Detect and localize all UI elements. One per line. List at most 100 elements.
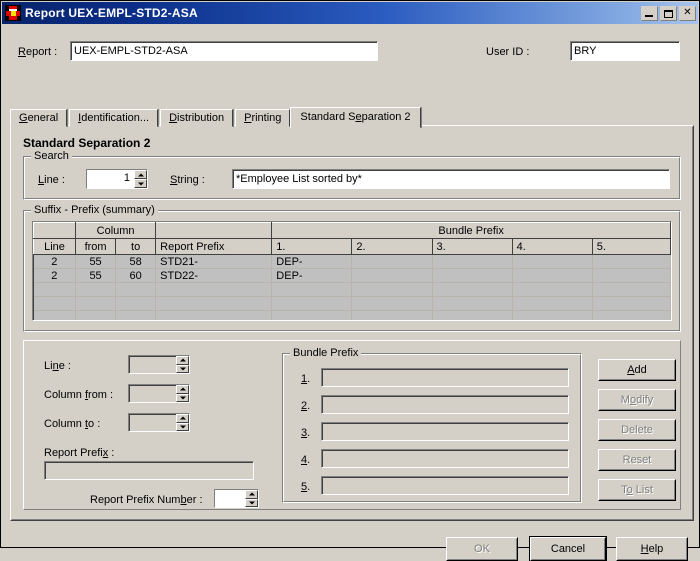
- report-document-icon: [5, 5, 21, 21]
- table-row[interactable]: 2 55 60 STD22- DEP-: [33, 268, 671, 283]
- tab-general[interactable]: General: [10, 109, 68, 127]
- window-title: Report UEX-EMPL-STD2-ASA: [25, 6, 198, 20]
- report-field[interactable]: UEX-EMPL-STD2-ASA: [70, 41, 378, 61]
- search-line-spinner-down[interactable]: [134, 179, 147, 188]
- close-icon: ✕: [683, 7, 692, 18]
- report-label: Report :: [18, 46, 58, 58]
- report-dialog-window: Report UEX-EMPL-STD2-ASA ✕ Report : UEX-…: [0, 0, 700, 561]
- summary-table: Column Bundle Prefix Line from to Report…: [33, 222, 671, 320]
- column-header-bundle-2[interactable]: 2.: [351, 238, 433, 255]
- close-button[interactable]: ✕: [679, 5, 696, 21]
- detail-line-label: Line :: [44, 360, 71, 372]
- detail-column-to-value[interactable]: [129, 414, 176, 431]
- bundle-prefix-group: Bundle Prefix 1. 2. 3. 4. 5.: [282, 347, 582, 503]
- search-group-label: Search: [31, 150, 72, 162]
- bundle-prefix-2-label: 2.: [301, 400, 311, 412]
- summary-header-row-top: Column Bundle Prefix: [33, 222, 671, 239]
- bundle-prefix-4-input[interactable]: [321, 449, 569, 468]
- summary-grid[interactable]: Column Bundle Prefix Line from to Report…: [32, 221, 672, 321]
- detail-column-to-spinner[interactable]: [128, 413, 190, 432]
- search-line-spinner-up[interactable]: [134, 170, 147, 179]
- bundle-prefix-2-input[interactable]: [321, 395, 569, 414]
- detail-column-from-spinner[interactable]: [128, 384, 190, 403]
- table-row[interactable]: [33, 296, 671, 311]
- detail-line-spinner-down[interactable]: [176, 364, 189, 373]
- search-line-spinner[interactable]: 1: [86, 169, 148, 189]
- cell-bundle-4: [512, 268, 593, 283]
- column-header-bundle-1[interactable]: 1.: [271, 238, 353, 255]
- ok-button[interactable]: OK: [446, 537, 518, 561]
- header-bundle-prefix-group[interactable]: Bundle Prefix: [271, 222, 671, 239]
- tab-distribution[interactable]: Distribution: [160, 109, 234, 127]
- detail-column-from-spinner-down[interactable]: [176, 393, 189, 402]
- header-fields: Report : UEX-EMPL-STD2-ASA User ID : BRY: [2, 33, 700, 69]
- maximize-button[interactable]: [660, 5, 677, 21]
- table-row[interactable]: [33, 282, 671, 297]
- cell-line: 2: [33, 268, 77, 283]
- tab-panel-standard-separation-2: Standard Separation 2 Search Line : 1 St…: [10, 125, 694, 521]
- bundle-prefix-1-label: 1.: [301, 373, 311, 385]
- cell-bundle-3: [432, 254, 513, 269]
- title-bar: Report UEX-EMPL-STD2-ASA ✕: [2, 2, 698, 24]
- summary-header-row: Line from to Report Prefix 1. 2. 3. 4. 5…: [33, 238, 671, 255]
- detail-column-from-spinner-up[interactable]: [176, 385, 189, 394]
- modify-button[interactable]: Modify: [598, 389, 676, 411]
- userid-field[interactable]: BRY: [570, 41, 680, 61]
- cell-to: 60: [115, 268, 157, 283]
- help-button[interactable]: Help: [616, 537, 688, 561]
- column-header-line[interactable]: Line: [33, 238, 77, 255]
- search-string-input[interactable]: *Employee List sorted by*: [232, 169, 670, 189]
- bundle-prefix-5-input[interactable]: [321, 476, 569, 495]
- table-row[interactable]: 2 55 58 STD21- DEP-: [33, 254, 671, 269]
- header-column-group[interactable]: Column: [75, 222, 157, 239]
- search-line-value[interactable]: 1: [87, 170, 134, 188]
- userid-label: User ID :: [486, 46, 530, 58]
- detail-column-from-label: Column from :: [44, 389, 114, 401]
- reset-button[interactable]: Reset: [598, 449, 676, 471]
- cancel-button[interactable]: Cancel: [529, 536, 607, 561]
- bundle-prefix-3-input[interactable]: [321, 422, 569, 441]
- table-row[interactable]: [33, 310, 671, 320]
- detail-report-prefix-input[interactable]: [44, 461, 254, 480]
- detail-report-prefix-number-spinner[interactable]: [214, 489, 259, 508]
- detail-line-value[interactable]: [129, 356, 176, 373]
- detail-column-to-spinner-down[interactable]: [176, 422, 189, 431]
- header-blank-mid[interactable]: [155, 222, 273, 239]
- column-header-to[interactable]: to: [115, 238, 157, 255]
- tab-printing[interactable]: Printing: [235, 109, 291, 127]
- tab-standard-separation-2[interactable]: Standard Separation 2: [290, 107, 421, 128]
- column-header-bundle-5[interactable]: 5.: [591, 238, 671, 255]
- column-header-bundle-4[interactable]: 4.: [511, 238, 593, 255]
- detail-line-spinner-up[interactable]: [176, 356, 189, 365]
- add-button[interactable]: Add: [598, 359, 676, 381]
- cell-bundle-1: DEP-: [271, 254, 353, 269]
- cell-from: 55: [75, 268, 117, 283]
- cell-report-prefix: STD21-: [155, 254, 273, 269]
- window-controls: ✕: [641, 5, 696, 21]
- cell-bundle-2: [351, 254, 433, 269]
- search-group: Search Line : 1 String : *Employee List …: [23, 150, 681, 200]
- header-blank-left[interactable]: [33, 222, 77, 239]
- detail-column-from-value[interactable]: [129, 385, 176, 402]
- detail-column-to-spinner-up[interactable]: [176, 414, 189, 423]
- cell-to: 58: [115, 254, 157, 269]
- detail-report-prefix-number-spinner-down[interactable]: [245, 498, 258, 507]
- bundle-prefix-4-label: 4.: [301, 454, 311, 466]
- minimize-button[interactable]: [641, 5, 658, 21]
- bundle-prefix-1-input[interactable]: [321, 368, 569, 387]
- column-header-bundle-3[interactable]: 3.: [431, 238, 513, 255]
- detail-report-prefix-number-value[interactable]: [215, 490, 245, 507]
- tab-identification[interactable]: Identification...: [69, 109, 159, 127]
- search-line-label: Line :: [38, 174, 65, 186]
- detail-report-prefix-number-label: Report Prefix Number :: [90, 494, 203, 506]
- detail-report-prefix-number-spinner-up[interactable]: [245, 490, 258, 499]
- cell-bundle-5: [592, 254, 671, 269]
- to-list-button[interactable]: To List: [598, 479, 676, 501]
- cell-bundle-4: [512, 254, 593, 269]
- detail-line-spinner[interactable]: [128, 355, 190, 374]
- cell-bundle-5: [592, 268, 671, 283]
- column-header-report-prefix[interactable]: Report Prefix: [155, 238, 273, 255]
- delete-button[interactable]: Delete: [598, 419, 676, 441]
- column-header-from[interactable]: from: [75, 238, 117, 255]
- detail-column-to-label: Column to :: [44, 418, 101, 430]
